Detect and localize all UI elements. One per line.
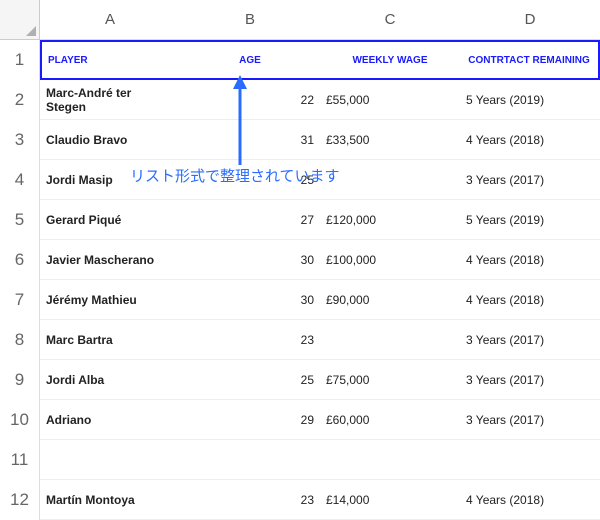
cell-player[interactable]: Claudio Bravo	[40, 120, 180, 160]
cell-contract[interactable]: 3 Years (2017)	[460, 400, 600, 440]
col-header-b[interactable]: B	[180, 0, 320, 40]
cell-age[interactable]: 25	[180, 160, 320, 200]
cell-player[interactable]: Javier Mascherano	[40, 240, 180, 280]
cell-age[interactable]: 22	[180, 80, 320, 120]
row-header-3[interactable]: 3	[0, 120, 40, 160]
cell-contract[interactable]: 4 Years (2018)	[460, 240, 600, 280]
row-header-8[interactable]: 8	[0, 320, 40, 360]
cell-player[interactable]: Gerard Piqué	[40, 200, 180, 240]
cell-player[interactable]: Marc-André ter Stegen	[40, 80, 180, 120]
cell-contract[interactable]: 3 Years (2017)	[460, 320, 600, 360]
cell-wage[interactable]	[320, 320, 460, 360]
cell-contract[interactable]: 5 Years (2019)	[460, 80, 600, 120]
row-header-11[interactable]: 11	[0, 440, 40, 480]
row-header-4[interactable]: 4	[0, 160, 40, 200]
cell-wage[interactable]: £33,500	[320, 120, 460, 160]
header-age[interactable]: AGE	[180, 40, 320, 80]
cell-contract[interactable]: 5 Years (2019)	[460, 200, 600, 240]
cell-player[interactable]: Jérémy Mathieu	[40, 280, 180, 320]
cell-wage[interactable]	[320, 160, 460, 200]
row-header-10[interactable]: 10	[0, 400, 40, 440]
cell-age[interactable]: 27	[180, 200, 320, 240]
cell-contract[interactable]	[460, 440, 600, 480]
cell-contract[interactable]: 4 Years (2018)	[460, 280, 600, 320]
cell-player[interactable]: Jordi Masip	[40, 160, 180, 200]
cell-wage[interactable]: £100,000	[320, 240, 460, 280]
col-header-c[interactable]: C	[320, 0, 460, 40]
row-header-6[interactable]: 6	[0, 240, 40, 280]
row-header-7[interactable]: 7	[0, 280, 40, 320]
cell-age[interactable]: 31	[180, 120, 320, 160]
row-header-9[interactable]: 9	[0, 360, 40, 400]
row-header-1[interactable]: 1	[0, 40, 40, 80]
cell-wage[interactable]: £75,000	[320, 360, 460, 400]
cell-player[interactable]: Marc Bartra	[40, 320, 180, 360]
header-contract[interactable]: CONTRTACT REMAINING	[460, 40, 600, 80]
cell-age[interactable]: 30	[180, 240, 320, 280]
header-player[interactable]: PLAYER	[40, 40, 180, 80]
cell-wage[interactable]: £14,000	[320, 480, 460, 520]
cell-wage[interactable]: £90,000	[320, 280, 460, 320]
cell-wage[interactable]: £55,000	[320, 80, 460, 120]
cell-contract[interactable]: 4 Years (2018)	[460, 480, 600, 520]
cell-age[interactable]: 25	[180, 360, 320, 400]
header-wage[interactable]: WEEKLY WAGE	[320, 40, 460, 80]
cell-age[interactable]: 23	[180, 320, 320, 360]
row-header-2[interactable]: 2	[0, 80, 40, 120]
cell-wage[interactable]: £120,000	[320, 200, 460, 240]
cell-age[interactable]	[180, 440, 320, 480]
cell-age[interactable]: 30	[180, 280, 320, 320]
select-all-corner[interactable]	[0, 0, 40, 40]
row-header-5[interactable]: 5	[0, 200, 40, 240]
cell-age[interactable]: 29	[180, 400, 320, 440]
cell-wage[interactable]: £60,000	[320, 400, 460, 440]
cell-contract[interactable]: 3 Years (2017)	[460, 360, 600, 400]
row-header-12[interactable]: 12	[0, 480, 40, 520]
cell-player[interactable]: Jordi Alba	[40, 360, 180, 400]
cell-wage[interactable]	[320, 440, 460, 480]
spreadsheet-grid: A B C D 1 PLAYER AGE WEEKLY WAGE CONTRTA…	[0, 0, 600, 520]
cell-player[interactable]: Adriano	[40, 400, 180, 440]
cell-player[interactable]: Martín Montoya	[40, 480, 180, 520]
cell-contract[interactable]: 3 Years (2017)	[460, 160, 600, 200]
col-header-a[interactable]: A	[40, 0, 180, 40]
cell-age[interactable]: 23	[180, 480, 320, 520]
cell-player[interactable]	[40, 440, 180, 480]
col-header-d[interactable]: D	[460, 0, 600, 40]
cell-contract[interactable]: 4 Years (2018)	[460, 120, 600, 160]
